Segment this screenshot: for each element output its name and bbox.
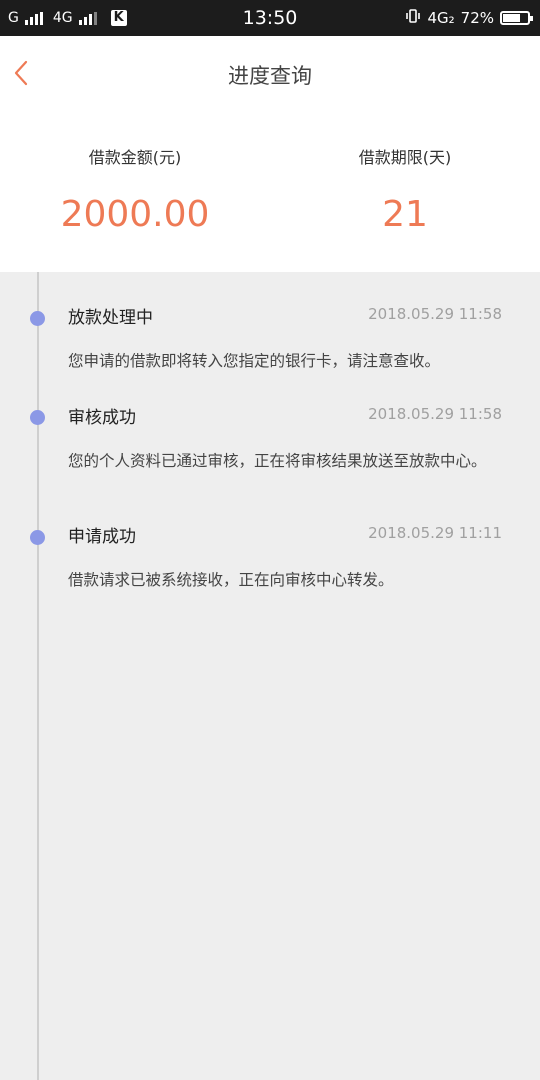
timeline-dot-icon bbox=[30, 311, 45, 326]
network-label: 4G₂ bbox=[427, 9, 455, 27]
timeline-line bbox=[37, 272, 39, 1080]
loan-amount-value: 2000.00 bbox=[60, 194, 210, 235]
timeline-title: 申请成功 bbox=[68, 527, 136, 547]
status-right: 4G₂ 72% bbox=[405, 0, 533, 36]
status-bar: G 4G K 13:50 4G₂ 72% bbox=[0, 0, 540, 36]
timeline-title: 放款处理中 bbox=[68, 308, 153, 328]
loan-term-section: 借款期限(天) 21 bbox=[270, 144, 540, 235]
timeline-desc: 您申请的借款即将转入您指定的银行卡，请注意查收。 bbox=[68, 352, 441, 370]
loan-term-value: 21 bbox=[382, 194, 428, 235]
timeline-time: 2018.05.29 11:11 bbox=[368, 524, 502, 542]
battery-fill bbox=[503, 14, 520, 22]
timeline-title: 审核成功 bbox=[68, 408, 136, 428]
summary-card: 进度查询 借款金额(元) 2000.00 借款期限(天) 21 bbox=[0, 36, 540, 272]
timeline-desc: 您的个人资料已通过审核，正在将审核结果放送至放款中心。 bbox=[68, 452, 487, 470]
page-title: 进度查询 bbox=[228, 64, 312, 88]
loan-amount-section: 借款金额(元) 2000.00 bbox=[0, 144, 270, 235]
timeline-dot-icon bbox=[30, 410, 45, 425]
vibrate-icon bbox=[405, 9, 421, 27]
timeline-dot-icon bbox=[30, 530, 45, 545]
battery-icon bbox=[500, 11, 533, 25]
timeline-time: 2018.05.29 11:58 bbox=[368, 405, 502, 423]
battery-percent: 72% bbox=[460, 9, 494, 27]
loan-amount-label: 借款金额(元) bbox=[88, 148, 182, 167]
loan-term-label: 借款期限(天) bbox=[358, 148, 452, 167]
timeline-time: 2018.05.29 11:58 bbox=[368, 305, 502, 323]
timeline-desc: 借款请求已被系统接收，正在向审核中心转发。 bbox=[68, 571, 394, 589]
